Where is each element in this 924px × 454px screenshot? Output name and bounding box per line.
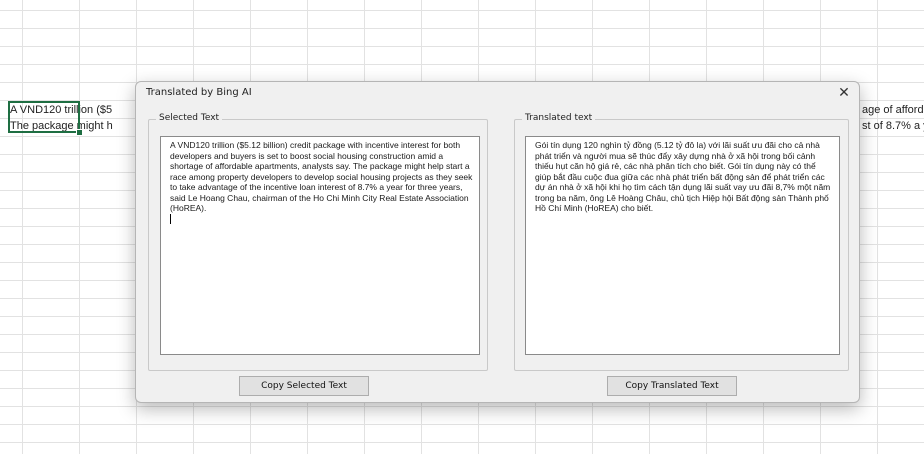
fill-handle[interactable] [76, 129, 83, 136]
close-icon[interactable]: ✕ [835, 84, 853, 102]
translated-text-group: Translated text Gói tín dụng 120 nghìn t… [514, 113, 849, 371]
text-caret [170, 214, 171, 225]
translated-text-box[interactable]: Gói tín dụng 120 nghìn tỷ đồng (5.12 tỷ … [525, 136, 840, 355]
copy-selected-text-button[interactable]: Copy Selected Text [239, 376, 369, 396]
cell-right-row1[interactable]: age of afford [862, 103, 924, 117]
dialog-titlebar[interactable]: Translated by Bing AI ✕ [136, 82, 859, 104]
translated-text-content: Gói tín dụng 120 nghìn tỷ đồng (5.12 tỷ … [535, 140, 831, 213]
selected-text-group-label: Selected Text [156, 113, 223, 123]
selected-cell-border [8, 101, 80, 133]
translation-dialog: Translated by Bing AI ✕ Selected Text A … [135, 81, 860, 403]
selected-text-box[interactable]: A VND120 trillion ($5.12 billion) credit… [160, 136, 480, 355]
translated-text-group-label: Translated text [522, 113, 596, 123]
selected-text-group: Selected Text A VND120 trillion ($5.12 b… [148, 113, 488, 371]
selected-text-content: A VND120 trillion ($5.12 billion) credit… [170, 140, 473, 213]
cell-right-row2[interactable]: st of 8.7% a y [862, 119, 924, 133]
dialog-title: Translated by Bing AI [146, 87, 252, 98]
copy-translated-text-button[interactable]: Copy Translated Text [607, 376, 737, 396]
